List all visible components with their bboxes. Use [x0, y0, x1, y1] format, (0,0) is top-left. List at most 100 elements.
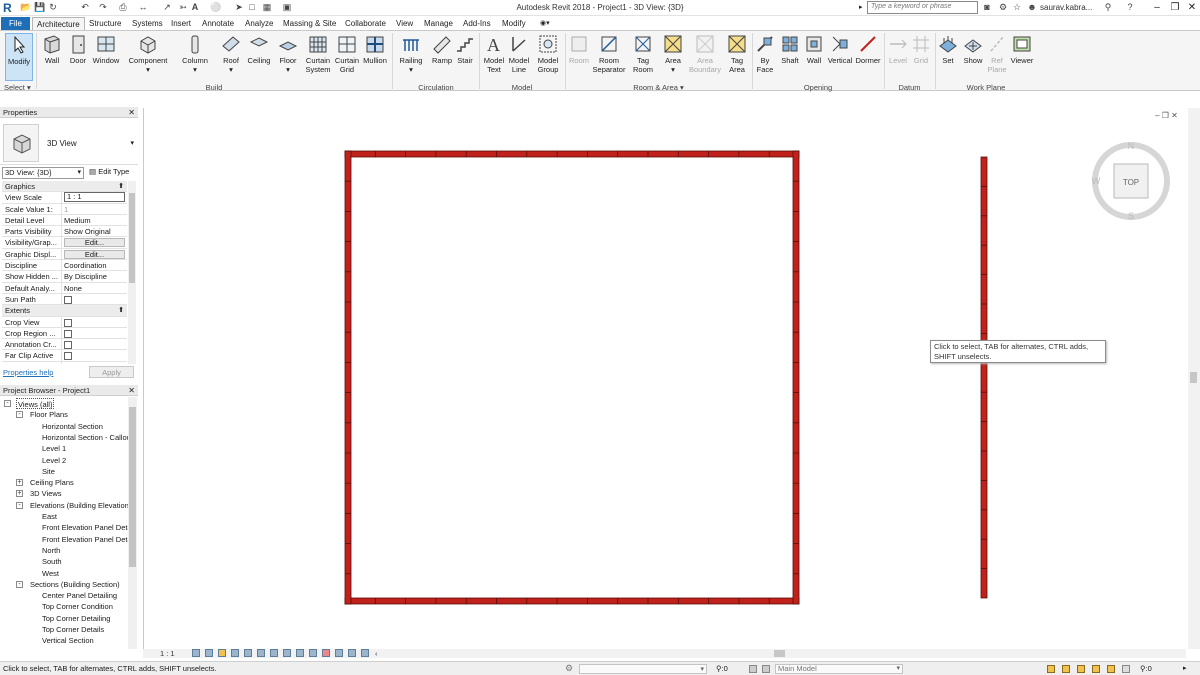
door-button[interactable]: Door — [66, 33, 90, 65]
left-wall[interactable] — [344, 150, 352, 605]
tab-massing-site[interactable]: Massing & Site — [279, 17, 340, 30]
view-scale[interactable]: 1 : 1 — [160, 648, 175, 659]
render-icon[interactable] — [244, 649, 252, 657]
save-icon[interactable]: 💾 — [34, 2, 45, 12]
model-line-button[interactable]: Model Line — [507, 33, 531, 74]
window-button[interactable]: Window — [91, 33, 121, 65]
tab-collaborate[interactable]: Collaborate — [341, 17, 390, 30]
tab-architecture[interactable]: Architecture — [32, 17, 85, 30]
analytical-model-icon[interactable] — [322, 649, 330, 657]
curtain-grid-button[interactable]: Curtain Grid — [334, 33, 360, 74]
collapse-toggle-icon[interactable]: - — [16, 411, 23, 419]
status-scroll-right-icon[interactable]: ▸ — [1183, 664, 1187, 672]
sun-path-icon[interactable] — [218, 649, 226, 657]
search-input[interactable]: Type a keyword or phrase — [867, 1, 978, 14]
sync-icon[interactable]: ↻ — [48, 2, 58, 12]
tab-add-ins[interactable]: Add-Ins — [459, 17, 495, 30]
help-icon[interactable]: ? — [1125, 2, 1135, 12]
close-browser-icon[interactable]: ✕ — [128, 385, 135, 396]
viewcube[interactable]: TOP N S W — [1090, 138, 1172, 224]
property-checkbox[interactable] — [64, 318, 72, 327]
property-value[interactable]: Medium — [64, 215, 125, 226]
browser-view-item[interactable]: Top Corner Condition — [42, 601, 113, 612]
browser-view-item[interactable]: Level 1 — [42, 443, 66, 454]
collapse-icon[interactable]: ⬆ — [118, 181, 124, 192]
select-links-icon[interactable] — [1047, 665, 1055, 673]
shadows-icon[interactable] — [231, 649, 239, 657]
user-icon[interactable]: ☻ — [1027, 2, 1037, 12]
ramp-button[interactable]: Ramp — [430, 33, 454, 65]
browser-view-item[interactable]: Vertical Section Detail — [42, 647, 115, 649]
show-crop-region-icon[interactable] — [270, 649, 278, 657]
reveal-constraints-icon[interactable] — [348, 649, 356, 657]
view-restore-icon[interactable]: ❐ — [1162, 111, 1169, 120]
collapse-toggle-icon[interactable]: - — [4, 400, 11, 407]
area-boundary-button[interactable]: Area Boundary — [687, 33, 723, 74]
top-wall[interactable] — [344, 150, 800, 158]
area-button[interactable]: Area ▾ — [661, 33, 685, 74]
browser-view-item[interactable]: Front Elevation Panel Detail — [42, 522, 128, 533]
tag-room-button[interactable]: Tag Room — [629, 33, 657, 74]
browser-view-item[interactable]: Top Corner Details — [42, 624, 104, 635]
select-group[interactable]: Select ▾ — [4, 83, 31, 92]
close-hidden-icon[interactable]: ▦ — [262, 2, 272, 12]
property-checkbox[interactable] — [64, 329, 72, 338]
show-workplane-button[interactable]: Show — [961, 33, 985, 65]
browser-scroll-thumb[interactable] — [129, 407, 136, 567]
select-pinned-icon[interactable] — [1077, 665, 1085, 673]
by-face-button[interactable]: By Face — [754, 33, 776, 74]
switch-windows-icon[interactable]: ▣ — [282, 2, 292, 12]
tab-structure[interactable]: Structure — [85, 17, 125, 30]
subscription-icon[interactable]: ⚙ — [998, 2, 1008, 12]
temporary-hide-icon[interactable] — [296, 649, 304, 657]
print-icon[interactable]: ⎙ — [118, 2, 128, 12]
undo-icon[interactable]: ↶ — [80, 2, 90, 12]
browser-view-item[interactable]: Site — [42, 466, 55, 477]
browser-category-item[interactable]: 3D Views — [30, 488, 62, 499]
vertical-opening-button[interactable]: Vertical — [826, 33, 854, 65]
browser-view-item[interactable]: Horizontal Section - Callout — [42, 432, 128, 443]
roof-button[interactable]: Roof ▾ — [219, 33, 243, 74]
highlight-displacement-icon[interactable] — [335, 649, 343, 657]
instance-selector[interactable]: 3D View: {3D} ▾ — [2, 167, 84, 179]
tab-manage[interactable]: Manage — [420, 17, 457, 30]
property-checkbox[interactable] — [64, 341, 72, 350]
room-area-group[interactable]: Room & Area ▾ — [567, 83, 750, 92]
property-category[interactable]: Extents ⬆ — [2, 305, 127, 317]
apply-button[interactable]: Apply — [89, 366, 134, 378]
type-dropdown-icon[interactable]: ▾ — [130, 139, 134, 147]
edit-type-button[interactable]: ▤ Edit Type — [89, 167, 129, 176]
design-options-icon[interactable] — [762, 665, 770, 673]
expand-toggle-icon[interactable]: + — [16, 490, 23, 498]
browser-view-item[interactable]: Vertical Section — [42, 635, 94, 646]
browser-view-item[interactable]: Horizontal Section — [42, 421, 103, 432]
browser-category-item[interactable]: Views (all) — [16, 398, 55, 409]
viewcube-south[interactable]: S — [1128, 211, 1134, 221]
property-edit-button[interactable]: Edit... — [64, 249, 125, 259]
view-minimize-icon[interactable]: – — [1155, 111, 1159, 120]
wall-opening-button[interactable]: Wall — [804, 33, 824, 65]
viewcube-top-face[interactable]: TOP — [1123, 178, 1139, 187]
room-separator-button[interactable]: Room Separator — [592, 33, 626, 74]
visual-style-icon[interactable] — [205, 649, 213, 657]
bottom-wall[interactable] — [344, 597, 800, 605]
tab-systems[interactable]: Systems — [128, 17, 167, 30]
tab-insert[interactable]: Insert — [167, 17, 195, 30]
scroll-left-icon[interactable]: ‹ — [375, 648, 378, 659]
cart-icon[interactable]: ⚲ — [1103, 2, 1113, 12]
ribbon-minimize-icon[interactable]: ◉▾ — [536, 17, 554, 30]
default-3d-view-icon[interactable]: ⚪ — [210, 2, 221, 12]
component-button[interactable]: Component ▾ — [127, 33, 169, 74]
search-expand-icon[interactable]: ▸ — [859, 3, 863, 11]
type-selector[interactable]: 3D View ▾ — [0, 121, 138, 165]
properties-scrollbar[interactable] — [128, 181, 136, 364]
railing-button[interactable]: Railing ▾ — [397, 33, 425, 74]
tab-analyze[interactable]: Analyze — [241, 17, 277, 30]
crop-view-icon[interactable] — [257, 649, 265, 657]
text-icon[interactable]: A — [190, 2, 200, 12]
vertical-scroll-thumb[interactable] — [1190, 372, 1197, 383]
property-value[interactable]: By Discipline — [64, 271, 125, 282]
property-value[interactable]: Show Original — [64, 226, 125, 237]
tag-area-button[interactable]: Tag Area — [724, 33, 750, 74]
reveal-hidden-icon[interactable] — [309, 649, 317, 657]
